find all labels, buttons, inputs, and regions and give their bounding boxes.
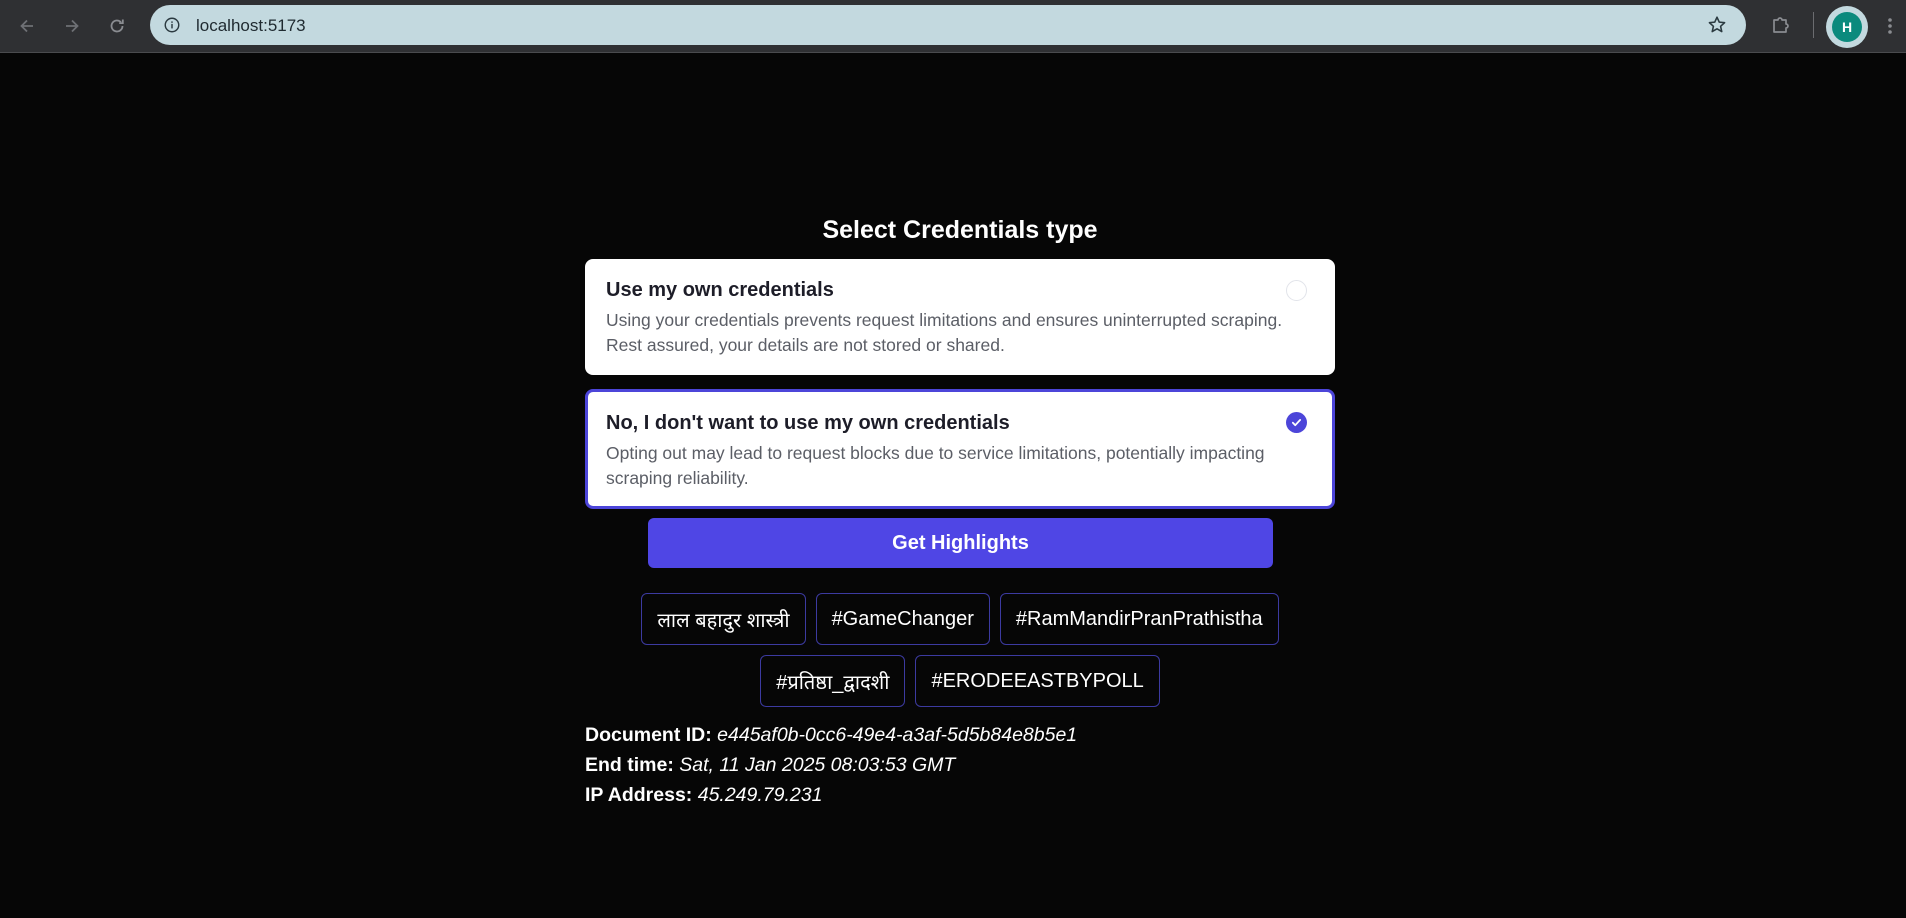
option-description: Using your credentials prevents request … xyxy=(606,310,1283,355)
page-title: Select Credentials type xyxy=(822,216,1098,244)
tag-chip[interactable]: #प्रतिष्ठा_द्वादशी xyxy=(760,655,906,707)
option-own-credentials[interactable]: Use my own credentials Using your creden… xyxy=(585,259,1335,375)
radio-checked[interactable] xyxy=(1286,412,1307,433)
ip-address-label: IP Address: xyxy=(585,784,693,806)
option-title: No, I don't want to use my own credentia… xyxy=(606,412,1010,434)
profile-button[interactable]: H xyxy=(1826,6,1868,48)
back-button[interactable] xyxy=(13,12,41,40)
tag-chip[interactable]: #ERODEEASTBYPOLL xyxy=(915,655,1160,707)
forward-button[interactable] xyxy=(58,12,86,40)
tag-chip[interactable]: #GameChanger xyxy=(815,593,990,645)
end-time-label: End time: xyxy=(585,754,674,776)
end-time-line: End time: Sat, 11 Jan 2025 08:03:53 GMT xyxy=(585,750,1335,780)
site-info-button[interactable] xyxy=(160,13,184,37)
puzzle-icon xyxy=(1773,17,1789,33)
browser-menu-button[interactable] xyxy=(1880,12,1900,40)
get-highlights-button[interactable]: Get Highlights xyxy=(648,518,1273,568)
option-no-credentials[interactable]: No, I don't want to use my own credentia… xyxy=(585,389,1335,509)
tags-row: लाल बहादुर शास्त्री #GameChanger #RamMan… xyxy=(585,593,1335,645)
browser-toolbar: localhost:5173 H xyxy=(0,0,1906,53)
document-meta: Document ID: e445af0b-0cc6-49e4-a3af-5d5… xyxy=(585,720,1335,810)
ip-address-value: 45.249.79.231 xyxy=(697,784,823,806)
reload-icon xyxy=(110,19,124,33)
document-id-line: Document ID: e445af0b-0cc6-49e4-a3af-5d5… xyxy=(585,720,1335,750)
toolbar-divider xyxy=(1813,12,1814,38)
arrow-left-icon xyxy=(20,19,33,33)
tags-row: #प्रतिष्ठा_द्वादशी #ERODEEASTBYPOLL xyxy=(585,655,1335,707)
end-time-value: Sat, 11 Jan 2025 08:03:53 GMT xyxy=(679,754,956,776)
address-bar[interactable]: localhost:5173 xyxy=(150,5,1746,45)
extensions-button[interactable] xyxy=(1766,12,1794,40)
kebab-menu-icon xyxy=(1888,18,1892,34)
address-bar-url: localhost:5173 xyxy=(196,16,306,35)
document-id-label: Document ID: xyxy=(585,724,712,746)
info-icon xyxy=(164,17,180,33)
document-id-value: e445af0b-0cc6-49e4-a3af-5d5b84e8b5e1 xyxy=(717,724,1078,746)
option-title: Use my own credentials xyxy=(606,279,834,301)
reload-button[interactable] xyxy=(103,12,131,40)
bookmark-button[interactable] xyxy=(1706,14,1728,36)
ip-address-line: IP Address: 45.249.79.231 xyxy=(585,780,1335,810)
option-description: Opting out may lead to request blocks du… xyxy=(606,443,1265,488)
arrow-right-icon xyxy=(66,19,79,33)
tag-chip[interactable]: लाल बहादुर शास्त्री xyxy=(641,593,806,645)
avatar: H xyxy=(1832,12,1862,42)
radio-unchecked[interactable] xyxy=(1286,280,1307,301)
tag-chip[interactable]: #RamMandirPranPrathistha xyxy=(999,593,1279,645)
star-icon xyxy=(1708,16,1726,33)
check-icon xyxy=(1291,419,1302,427)
